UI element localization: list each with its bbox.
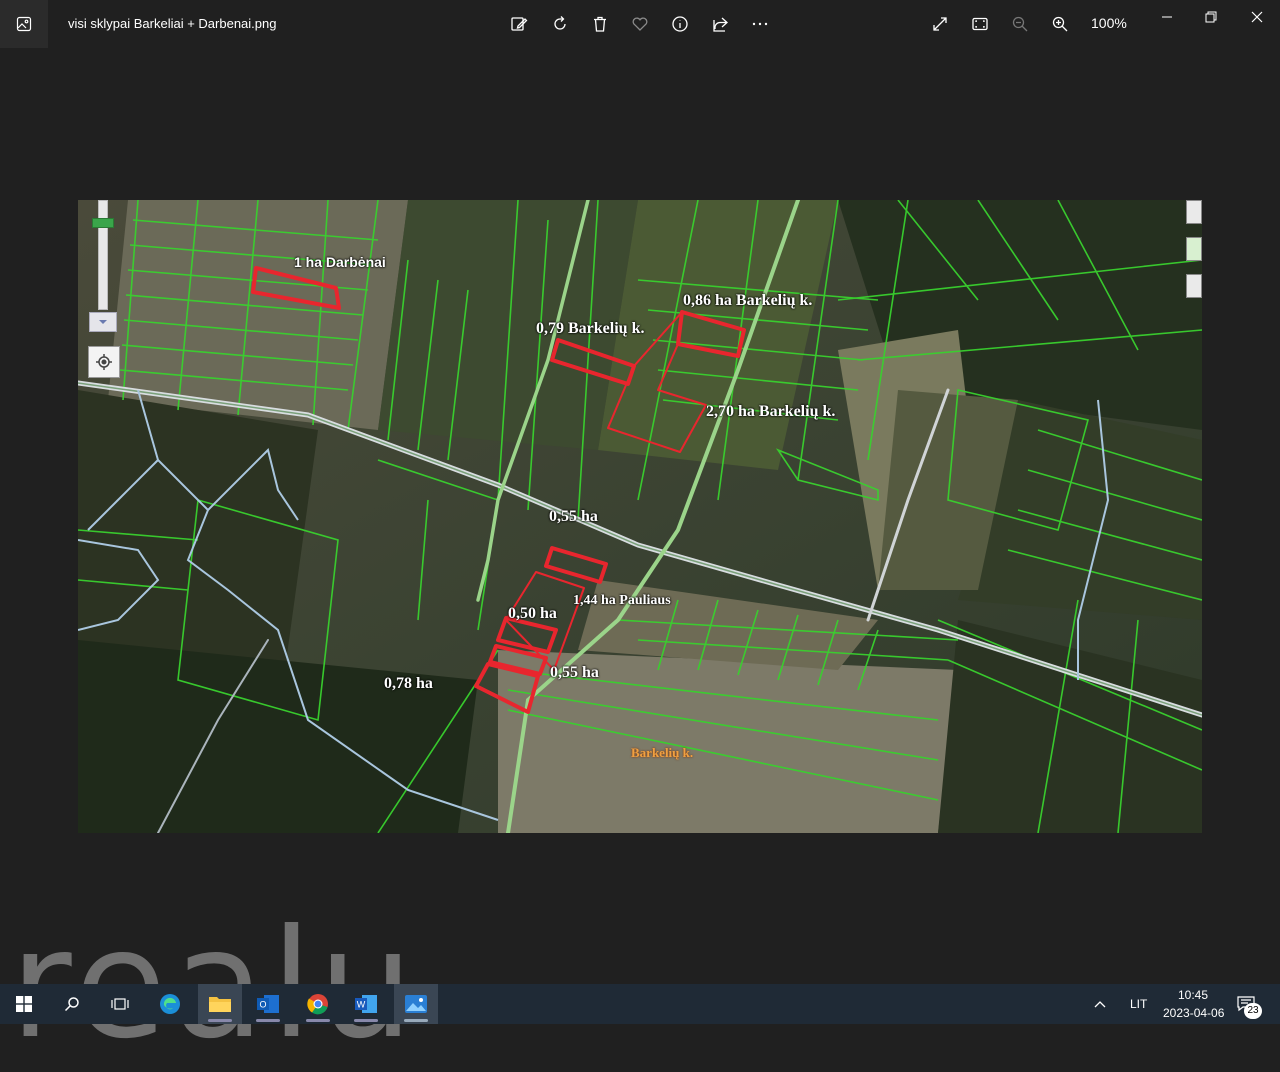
outlook-icon[interactable]: O — [246, 984, 290, 1024]
edge-icon[interactable] — [148, 984, 192, 1024]
taskbar: O W LIT 10:45 2023-04-06 — [0, 984, 1280, 1024]
cadastral-map — [78, 200, 1202, 833]
label-144: 1,44 ha Pauliaus — [573, 593, 671, 608]
fit-icon[interactable] — [967, 11, 993, 37]
slider-knob[interactable] — [92, 218, 114, 228]
label-078: 0,78 ha — [384, 675, 433, 692]
photos-app-icon[interactable] — [0, 0, 48, 48]
title-bar: visi sklypai Barkeliai + Darbenai.png 10… — [0, 0, 1280, 48]
map-image[interactable]: 1 ha Darbėnai 0,79 Barkelių k. 0,86 ha B… — [78, 200, 1202, 833]
clock-date[interactable]: 2023-04-06 — [1163, 1006, 1224, 1020]
layers-icon[interactable] — [1186, 200, 1202, 224]
file-explorer-icon[interactable] — [198, 984, 242, 1024]
label-079: 0,79 Barkelių k. — [536, 320, 645, 337]
label-055-top: 0,55 ha — [549, 508, 598, 525]
notification-badge: 23 — [1244, 1003, 1262, 1019]
village-label: Barkelių k. — [631, 745, 694, 760]
windows-start-icon[interactable] — [2, 984, 46, 1024]
close-icon[interactable] — [1242, 5, 1272, 29]
link-icon[interactable] — [1186, 274, 1202, 298]
clock-time[interactable]: 10:45 — [1178, 988, 1208, 1002]
share-icon[interactable] — [707, 11, 733, 37]
task-view-icon[interactable] — [98, 984, 142, 1024]
minimize-icon[interactable] — [1152, 5, 1182, 29]
fullscreen-icon[interactable] — [927, 11, 953, 37]
map-side-tools — [1186, 200, 1202, 311]
locate-icon[interactable] — [88, 346, 120, 378]
chevron-up-icon[interactable] — [1086, 984, 1114, 1024]
word-icon[interactable]: W — [344, 984, 388, 1024]
zoom-level[interactable]: 100% — [1091, 15, 1127, 31]
chevron-down-icon[interactable] — [89, 312, 117, 332]
chrome-icon[interactable] — [296, 984, 340, 1024]
file-title: visi sklypai Barkeliai + Darbenai.png — [68, 16, 277, 31]
more-icon[interactable] — [747, 11, 773, 37]
slider-track[interactable] — [98, 200, 108, 310]
photos-icon[interactable] — [394, 984, 438, 1024]
delete-icon[interactable] — [587, 11, 613, 37]
search-icon[interactable] — [50, 984, 94, 1024]
label-086: 0,86 ha Barkelių k. — [683, 292, 813, 309]
flag-icon[interactable] — [1186, 237, 1202, 261]
zoom-out-icon[interactable] — [1007, 11, 1033, 37]
info-icon[interactable] — [667, 11, 693, 37]
favorite-icon[interactable] — [627, 11, 653, 37]
svg-text:W: W — [357, 1000, 366, 1010]
map-zoom-slider[interactable] — [89, 200, 117, 335]
edit-icon[interactable] — [506, 11, 532, 37]
zoom-in-icon[interactable] — [1047, 11, 1073, 37]
label-darbenai: 1 ha Darbėnai — [294, 254, 386, 270]
restore-icon[interactable] — [1196, 5, 1226, 29]
svg-text:O: O — [259, 1000, 266, 1010]
label-055-bottom: 0,55 ha — [550, 664, 599, 681]
rotate-icon[interactable] — [547, 11, 573, 37]
language-indicator[interactable]: LIT — [1130, 997, 1147, 1011]
label-050: 0,50 ha — [508, 605, 557, 622]
label-270: 2,70 ha Barkelių k. — [706, 403, 836, 420]
